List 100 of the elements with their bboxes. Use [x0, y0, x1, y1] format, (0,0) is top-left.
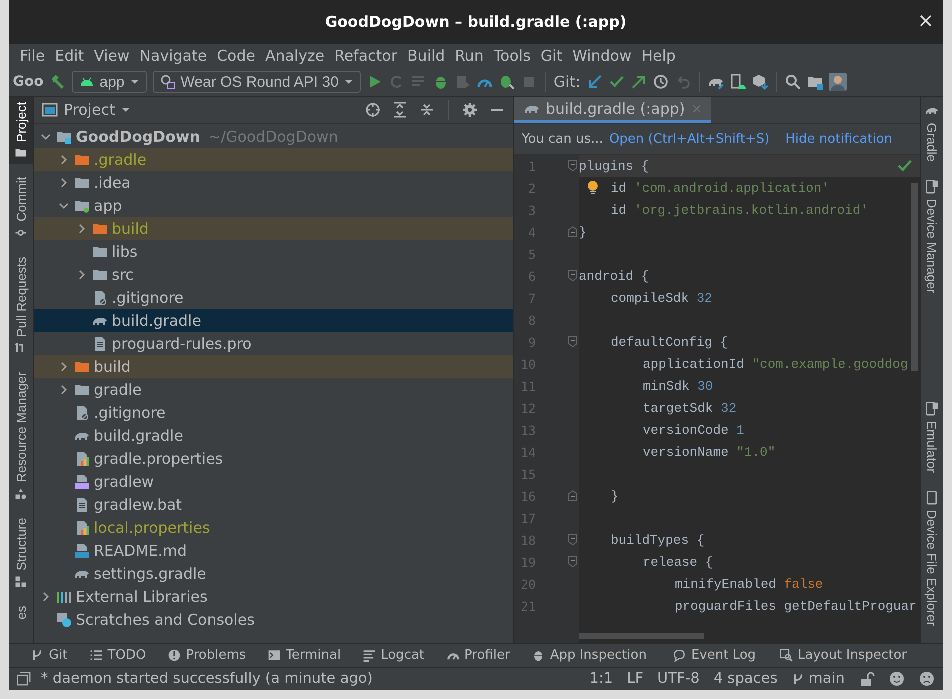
- caret-position[interactable]: 1:1: [590, 671, 614, 687]
- tool-window-tab[interactable]: Project: [9, 97, 33, 164]
- smiley-icon[interactable]: [889, 671, 905, 687]
- tree-row[interactable]: build: [34, 217, 513, 240]
- debug-attach-icon[interactable]: [498, 74, 515, 90]
- tree-row[interactable]: .idea: [34, 171, 513, 194]
- menu-item[interactable]: Help: [636, 47, 681, 65]
- history-icon[interactable]: [652, 74, 669, 90]
- tool-window-tab[interactable]: Resource Manager: [9, 367, 33, 506]
- indent-setting[interactable]: 4 spaces: [714, 671, 778, 687]
- sdk-manager-icon[interactable]: [752, 74, 768, 90]
- tool-window-tab[interactable]: Structure: [9, 513, 33, 593]
- tree-row[interactable]: External Libraries: [34, 585, 513, 608]
- file-name: .gradle: [94, 150, 147, 168]
- configuration-dropdown[interactable]: app: [72, 71, 147, 93]
- menu-item[interactable]: Code: [212, 47, 260, 65]
- update-icon[interactable]: [586, 74, 603, 90]
- expand-all-icon[interactable]: [392, 102, 408, 118]
- menu-item[interactable]: Run: [450, 47, 489, 65]
- warning-icon: [168, 649, 182, 662]
- caret-icon: [130, 77, 140, 87]
- scrollbar[interactable]: [911, 183, 918, 371]
- hammer-icon[interactable]: [50, 74, 66, 90]
- tool-window-button[interactable]: App Inspection: [532, 648, 647, 663]
- tree-row[interactable]: .gradle: [34, 148, 513, 171]
- menu-item[interactable]: Window: [568, 47, 637, 65]
- tool-window-tab[interactable]: Device File Explorer: [921, 486, 943, 631]
- notification-link[interactable]: Open (Ctrl+Alt+Shift+S): [609, 132, 770, 146]
- tool-window-button[interactable]: Profiler: [446, 648, 510, 663]
- editor-tab[interactable]: build.gradle (:app): [514, 97, 712, 123]
- code-line: applicationId "com.example.gooddog: [643, 356, 908, 372]
- menu-item[interactable]: Refactor: [330, 47, 403, 65]
- tree-row[interactable]: app: [34, 194, 513, 217]
- close-icon[interactable]: [919, 14, 933, 28]
- tool-window-button[interactable]: Terminal: [268, 648, 342, 663]
- tree-row[interactable]: GoodDogDown ~/GoodDogDown: [34, 125, 513, 148]
- tool-window-tab[interactable]: Pull Requests: [9, 252, 33, 360]
- project-structure-icon[interactable]: [806, 74, 823, 90]
- tool-window-button[interactable]: Layout Inspector: [780, 648, 907, 663]
- collapse-all-icon[interactable]: [419, 102, 435, 118]
- code-line: buildTypes {: [611, 532, 705, 548]
- project-view-dropdown[interactable]: Project: [42, 101, 132, 119]
- tool-window-tab[interactable]: Commit: [9, 172, 33, 244]
- tree-row[interactable]: src: [34, 263, 513, 286]
- caret-icon: [344, 77, 354, 87]
- sad-face-icon[interactable]: [919, 671, 935, 687]
- tree-row[interactable]: gradle: [34, 378, 513, 401]
- tree-row[interactable]: gradlew: [34, 470, 513, 493]
- menu-item[interactable]: Edit: [50, 47, 90, 65]
- tree-row[interactable]: .gitignore: [34, 286, 513, 309]
- tree-row[interactable]: .gitignore: [34, 401, 513, 424]
- tree-row[interactable]: README.md: [34, 539, 513, 562]
- lightbulb-icon[interactable]: [587, 180, 599, 196]
- tree-row[interactable]: proguard-rules.pro: [34, 332, 513, 355]
- device-dropdown[interactable]: Wear OS Round API 30: [152, 71, 361, 93]
- tool-window-tab[interactable]: Gradle: [921, 99, 943, 168]
- settings-icon[interactable]: [462, 102, 478, 118]
- scrollbar[interactable]: [579, 633, 704, 639]
- tool-window-button[interactable]: Event Log: [673, 648, 756, 663]
- fold-icon: [567, 556, 579, 568]
- tree-row[interactable]: local.properties: [34, 516, 513, 539]
- tool-window-button[interactable]: Git: [31, 648, 68, 663]
- tree-row[interactable]: build.gradle: [34, 309, 513, 332]
- tool-window-button[interactable]: Logcat: [363, 648, 425, 663]
- notification-link[interactable]: Hide notification: [786, 132, 893, 146]
- file-encoding[interactable]: UTF-8: [658, 671, 700, 687]
- line-separator[interactable]: LF: [627, 671, 644, 687]
- file-icon: [74, 496, 90, 512]
- file-name: local.properties: [94, 518, 210, 536]
- tool-window-button[interactable]: Problems: [168, 648, 246, 663]
- tree-row[interactable]: Scratches and Consoles: [34, 608, 513, 631]
- menu-item[interactable]: Analyze: [260, 47, 330, 65]
- tool-window-tab[interactable]: Device Manager: [921, 175, 943, 299]
- tree-row[interactable]: settings.gradle: [34, 562, 513, 585]
- menu-item[interactable]: Navigate: [134, 47, 212, 65]
- tree-row[interactable]: gradlew.bat: [34, 493, 513, 516]
- tool-window-button[interactable]: TODO: [90, 648, 146, 663]
- git-branch[interactable]: main: [792, 671, 845, 687]
- tool-window-tab[interactable]: es: [9, 600, 33, 625]
- tree-row[interactable]: build.gradle: [34, 424, 513, 447]
- menu-item[interactable]: Tools: [488, 47, 536, 65]
- lock-icon[interactable]: [859, 671, 875, 687]
- push-icon[interactable]: [630, 74, 647, 90]
- locate-icon[interactable]: [365, 102, 381, 118]
- device-manager-icon[interactable]: [730, 74, 746, 90]
- commit-icon[interactable]: [608, 74, 625, 90]
- menu-item[interactable]: View: [89, 47, 135, 65]
- code-line: minSdk 30: [643, 378, 714, 394]
- file-name: build: [94, 358, 131, 376]
- search-icon[interactable]: [784, 74, 801, 90]
- menu-item[interactable]: Build: [402, 47, 450, 65]
- tree-row[interactable]: libs: [34, 240, 513, 263]
- tree-row[interactable]: build: [34, 355, 513, 378]
- tree-row[interactable]: gradle.properties: [34, 447, 513, 470]
- project-name[interactable]: Goo: [13, 74, 44, 90]
- tool-window-tab[interactable]: Emulator: [921, 396, 943, 478]
- menu-item[interactable]: File: [15, 47, 50, 65]
- avatar[interactable]: [828, 73, 847, 91]
- shapes-icon: [15, 488, 27, 500]
- menu-item[interactable]: Git: [536, 47, 568, 65]
